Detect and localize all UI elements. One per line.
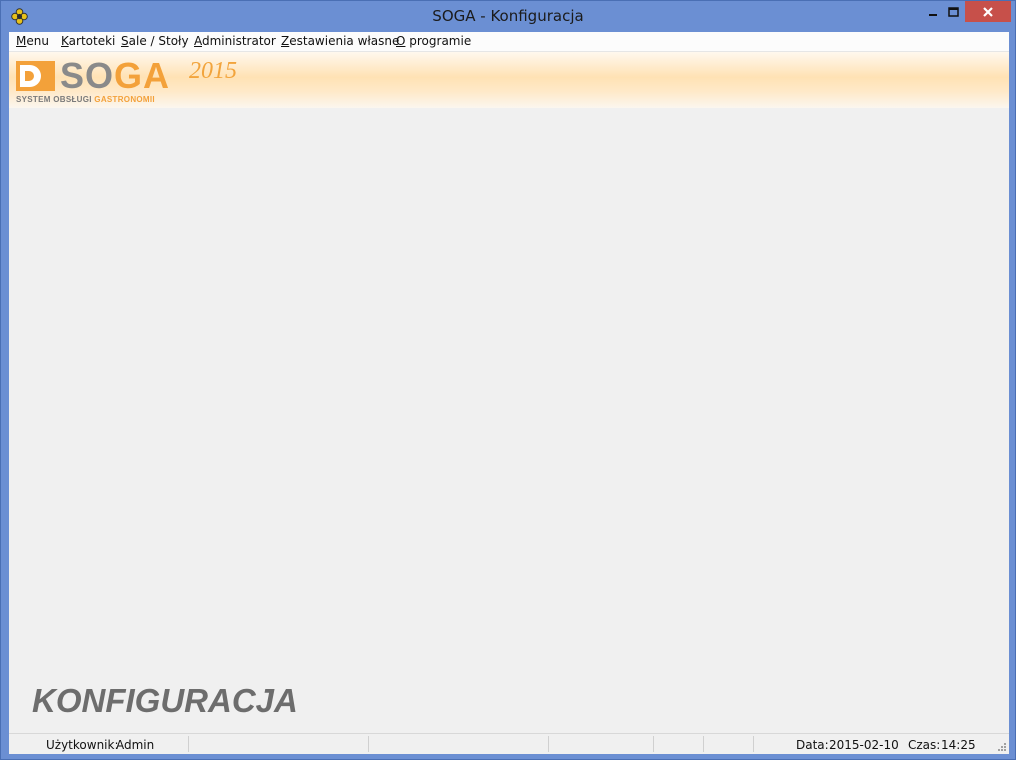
- menu-label: dministrator: [202, 34, 276, 48]
- menu-item-administrator[interactable]: Administrator: [194, 34, 276, 48]
- menu-accel: M: [16, 34, 27, 48]
- menu-label: enu: [26, 34, 49, 48]
- client-area: Menu Kartoteki Sale / Stoły Administrato…: [9, 32, 1009, 754]
- maximize-button[interactable]: [940, 1, 967, 22]
- menu-label: estawienia własne: [289, 34, 400, 48]
- menu-accel: Z: [281, 34, 290, 48]
- resize-grip-icon[interactable]: [996, 741, 1006, 751]
- close-icon: [983, 6, 993, 17]
- soga-logo-mark-icon: [16, 61, 55, 91]
- menu-item-sale-stoly[interactable]: Sale / Stoły: [121, 34, 189, 48]
- menu-bar: Menu Kartoteki Sale / Stoły Administrato…: [9, 32, 1009, 52]
- soga-logo-text: SOGA: [60, 55, 170, 97]
- status-panel-6: [704, 736, 754, 752]
- user-label: Użytkownik:: [46, 738, 119, 752]
- status-panel-2: [189, 736, 369, 752]
- status-panel-5: [654, 736, 704, 752]
- title-bar[interactable]: SOGA - Konfiguracja: [1, 1, 1015, 31]
- status-panel-3: [369, 736, 549, 752]
- menu-item-zestawienia[interactable]: Zestawienia własne: [281, 34, 399, 48]
- logo-so: SO: [60, 55, 115, 96]
- logo-tagline: SYSTEM OBSŁUGI GASTRONOMII: [16, 95, 155, 104]
- tagline-grey: SYSTEM OBSŁUGI: [16, 95, 92, 104]
- menu-label: programie: [405, 34, 472, 48]
- menu-label: artoteki: [68, 34, 116, 48]
- date-value: 2015-02-10: [829, 738, 899, 752]
- user-value: Admin: [116, 738, 155, 752]
- tagline-orange: GASTRONOMII: [94, 95, 155, 104]
- menu-accel: S: [121, 34, 129, 48]
- maximize-icon: [948, 6, 959, 17]
- menu-item-o-programie[interactable]: O programie: [396, 34, 471, 48]
- time-value: 14:25: [941, 738, 976, 752]
- minimize-icon: [928, 13, 937, 16]
- application-window: SOGA - Konfiguracja Menu Kartoteki Sale …: [0, 0, 1016, 760]
- time-label: Czas:: [908, 738, 941, 752]
- menu-accel: A: [194, 34, 202, 48]
- menu-accel: K: [61, 34, 69, 48]
- module-title: KONFIGURACJA: [32, 682, 298, 719]
- date-label: Data:: [796, 738, 829, 752]
- logo-ga: GA: [114, 55, 171, 96]
- logo-year: 2015: [189, 58, 237, 84]
- close-button[interactable]: [965, 1, 1011, 22]
- status-bar: Użytkownik: Admin Data: 2015-02-10 Czas:…: [9, 733, 1009, 754]
- menu-item-kartoteki[interactable]: Kartoteki: [61, 34, 115, 48]
- status-panel-4: [549, 736, 654, 752]
- menu-label: ale / Stoły: [128, 34, 189, 48]
- brand-banner: SOGA 2015 SYSTEM OBSŁUGI GASTRONOMII: [9, 52, 1009, 108]
- window-title: SOGA - Konfiguracja: [432, 7, 584, 25]
- menu-item-menu[interactable]: Menu: [16, 34, 49, 48]
